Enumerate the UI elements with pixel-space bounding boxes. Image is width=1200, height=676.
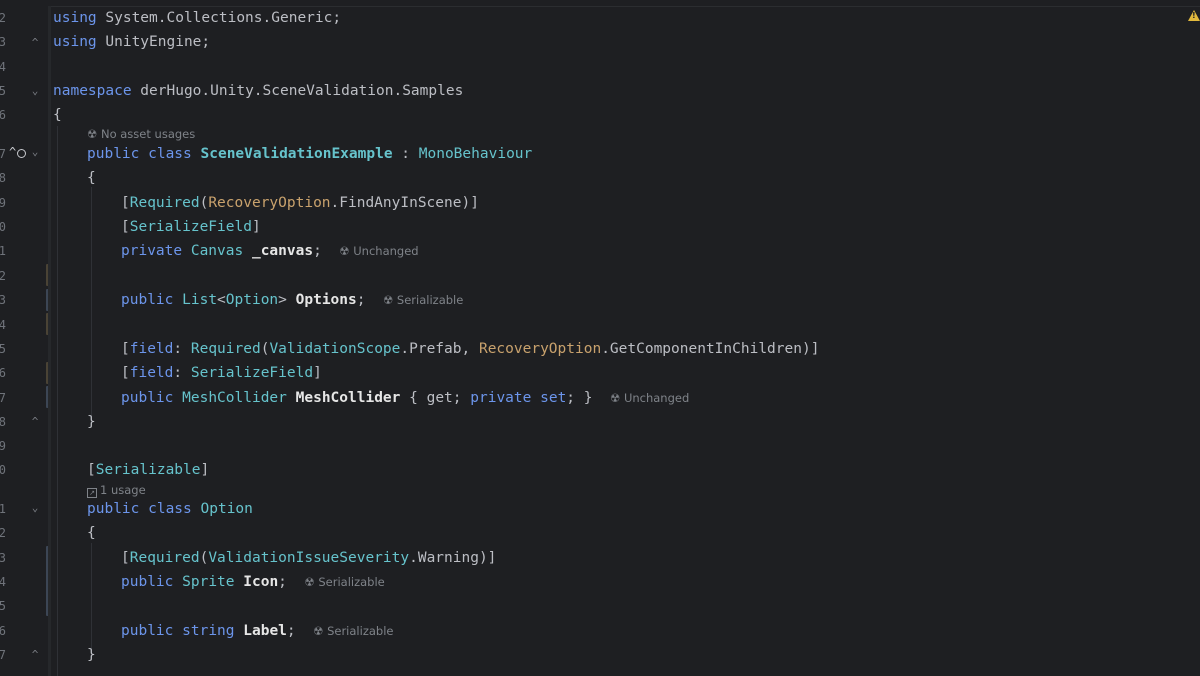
code-line-attribute[interactable]: [Serializable] [87,458,209,482]
line-number: 7 [0,147,6,161]
line-number: 1 [0,244,6,258]
line-number: 2 [0,269,6,283]
serialization-hint[interactable]: Serializable [327,624,393,638]
code-line-using-unity[interactable]: using UnityEngine; [53,30,210,54]
gutter-divider [48,6,51,676]
fold-collapse-icon[interactable]: ^ [29,649,41,661]
line-number: 5 [0,342,6,356]
line-number: 0 [0,220,6,234]
code-line-field-canvas[interactable]: private Canvas _canvas; ☢ Unchanged [121,239,419,263]
code-line-property-meshcollider[interactable]: public MeshCollider MeshCollider { get; … [121,386,689,410]
line-number: 3 [0,551,6,565]
unity-icon: ☢ [609,391,624,405]
code-line-brace[interactable]: { [87,166,96,190]
line-number: 1 [0,502,6,516]
code-line-field-icon[interactable]: public Sprite Icon; ☢ Serializable [121,570,385,594]
code-line-attribute[interactable]: [SerializeField] [121,215,261,239]
code-line-attribute[interactable]: [Required(RecoveryOption.FindAnyInScene)… [121,191,479,215]
line-number: 8 [0,415,6,429]
line-number: 7 [0,391,6,405]
line-number: 3 [0,35,6,49]
line-number: 9 [0,439,6,453]
line-number: 3 [0,293,6,307]
line-number: 4 [0,60,6,74]
fold-expand-icon[interactable]: ⌄ [29,502,41,514]
unity-icon: ☢ [313,624,328,638]
indent-guide [91,187,92,417]
fold-collapse-icon[interactable]: ^ [29,37,41,49]
unity-icon: ☢ [87,127,101,141]
line-number: 6 [0,366,6,380]
line-number: 0 [0,463,6,477]
serialization-hint[interactable]: Serializable [397,293,463,307]
line-number: 4 [0,318,6,332]
line-number: 9 [0,196,6,210]
line-number: 5 [0,84,6,98]
asset-usage-hint[interactable]: ☢ No asset usages [87,124,195,144]
code-line-brace[interactable]: { [53,103,62,127]
unity-icon: ☢ [339,244,354,258]
fold-collapse-icon[interactable]: ^ [29,416,41,428]
code-line-using-generic[interactable]: using System.Collections.Generic; [53,6,341,30]
line-number: 2 [0,526,6,540]
line-number: 6 [0,108,6,122]
code-line-namespace[interactable]: namespace derHugo.Unity.SceneValidation.… [53,79,463,103]
code-line-attribute[interactable]: [field: Required(ValidationScope.Prefab,… [121,337,819,361]
code-line-brace[interactable]: } [87,643,96,667]
code-editor[interactable]: 2 3 4 5 6 7 8 9 0 1 2 3 4 5 6 7 8 9 0 1 … [0,0,1200,676]
code-area[interactable]: using System.Collections.Generic; using … [53,6,1200,676]
fold-expand-icon[interactable]: ⌄ [29,146,41,158]
unity-icon: ☢ [382,293,397,307]
serialization-hint[interactable]: Serializable [318,575,384,589]
code-line-class-decl[interactable]: public class Option [87,497,253,521]
line-number: 5 [0,599,6,613]
serialization-hint[interactable]: Unchanged [624,391,689,405]
line-number: 4 [0,575,6,589]
unity-icon: ☢ [304,575,319,589]
line-number: 8 [0,171,6,185]
implements-icon[interactable]: ^ [9,145,27,159]
code-line-brace[interactable]: { [87,521,96,545]
serialization-hint[interactable]: Unchanged [353,244,418,258]
fold-expand-icon[interactable]: ⌄ [29,85,41,97]
indent-guide [57,126,58,676]
indent-guide [91,543,92,653]
code-line-class-decl[interactable]: public class SceneValidationExample : Mo… [87,142,532,166]
code-line-field-options[interactable]: public List<Option> Options; ☢ Serializa… [121,288,463,312]
code-line-attribute[interactable]: [Required(ValidationIssueSeverity.Warnin… [121,546,496,570]
code-line-attribute[interactable]: [field: SerializeField] [121,361,322,385]
code-line-brace[interactable]: } [87,410,96,434]
line-number: 2 [0,11,6,25]
line-number: 6 [0,624,6,638]
line-number: 7 [0,648,6,662]
code-line-field-label[interactable]: public string Label; ☢ Serializable [121,619,393,643]
editor-gutter: 2 3 4 5 6 7 8 9 0 1 2 3 4 5 6 7 8 9 0 1 … [0,0,50,676]
